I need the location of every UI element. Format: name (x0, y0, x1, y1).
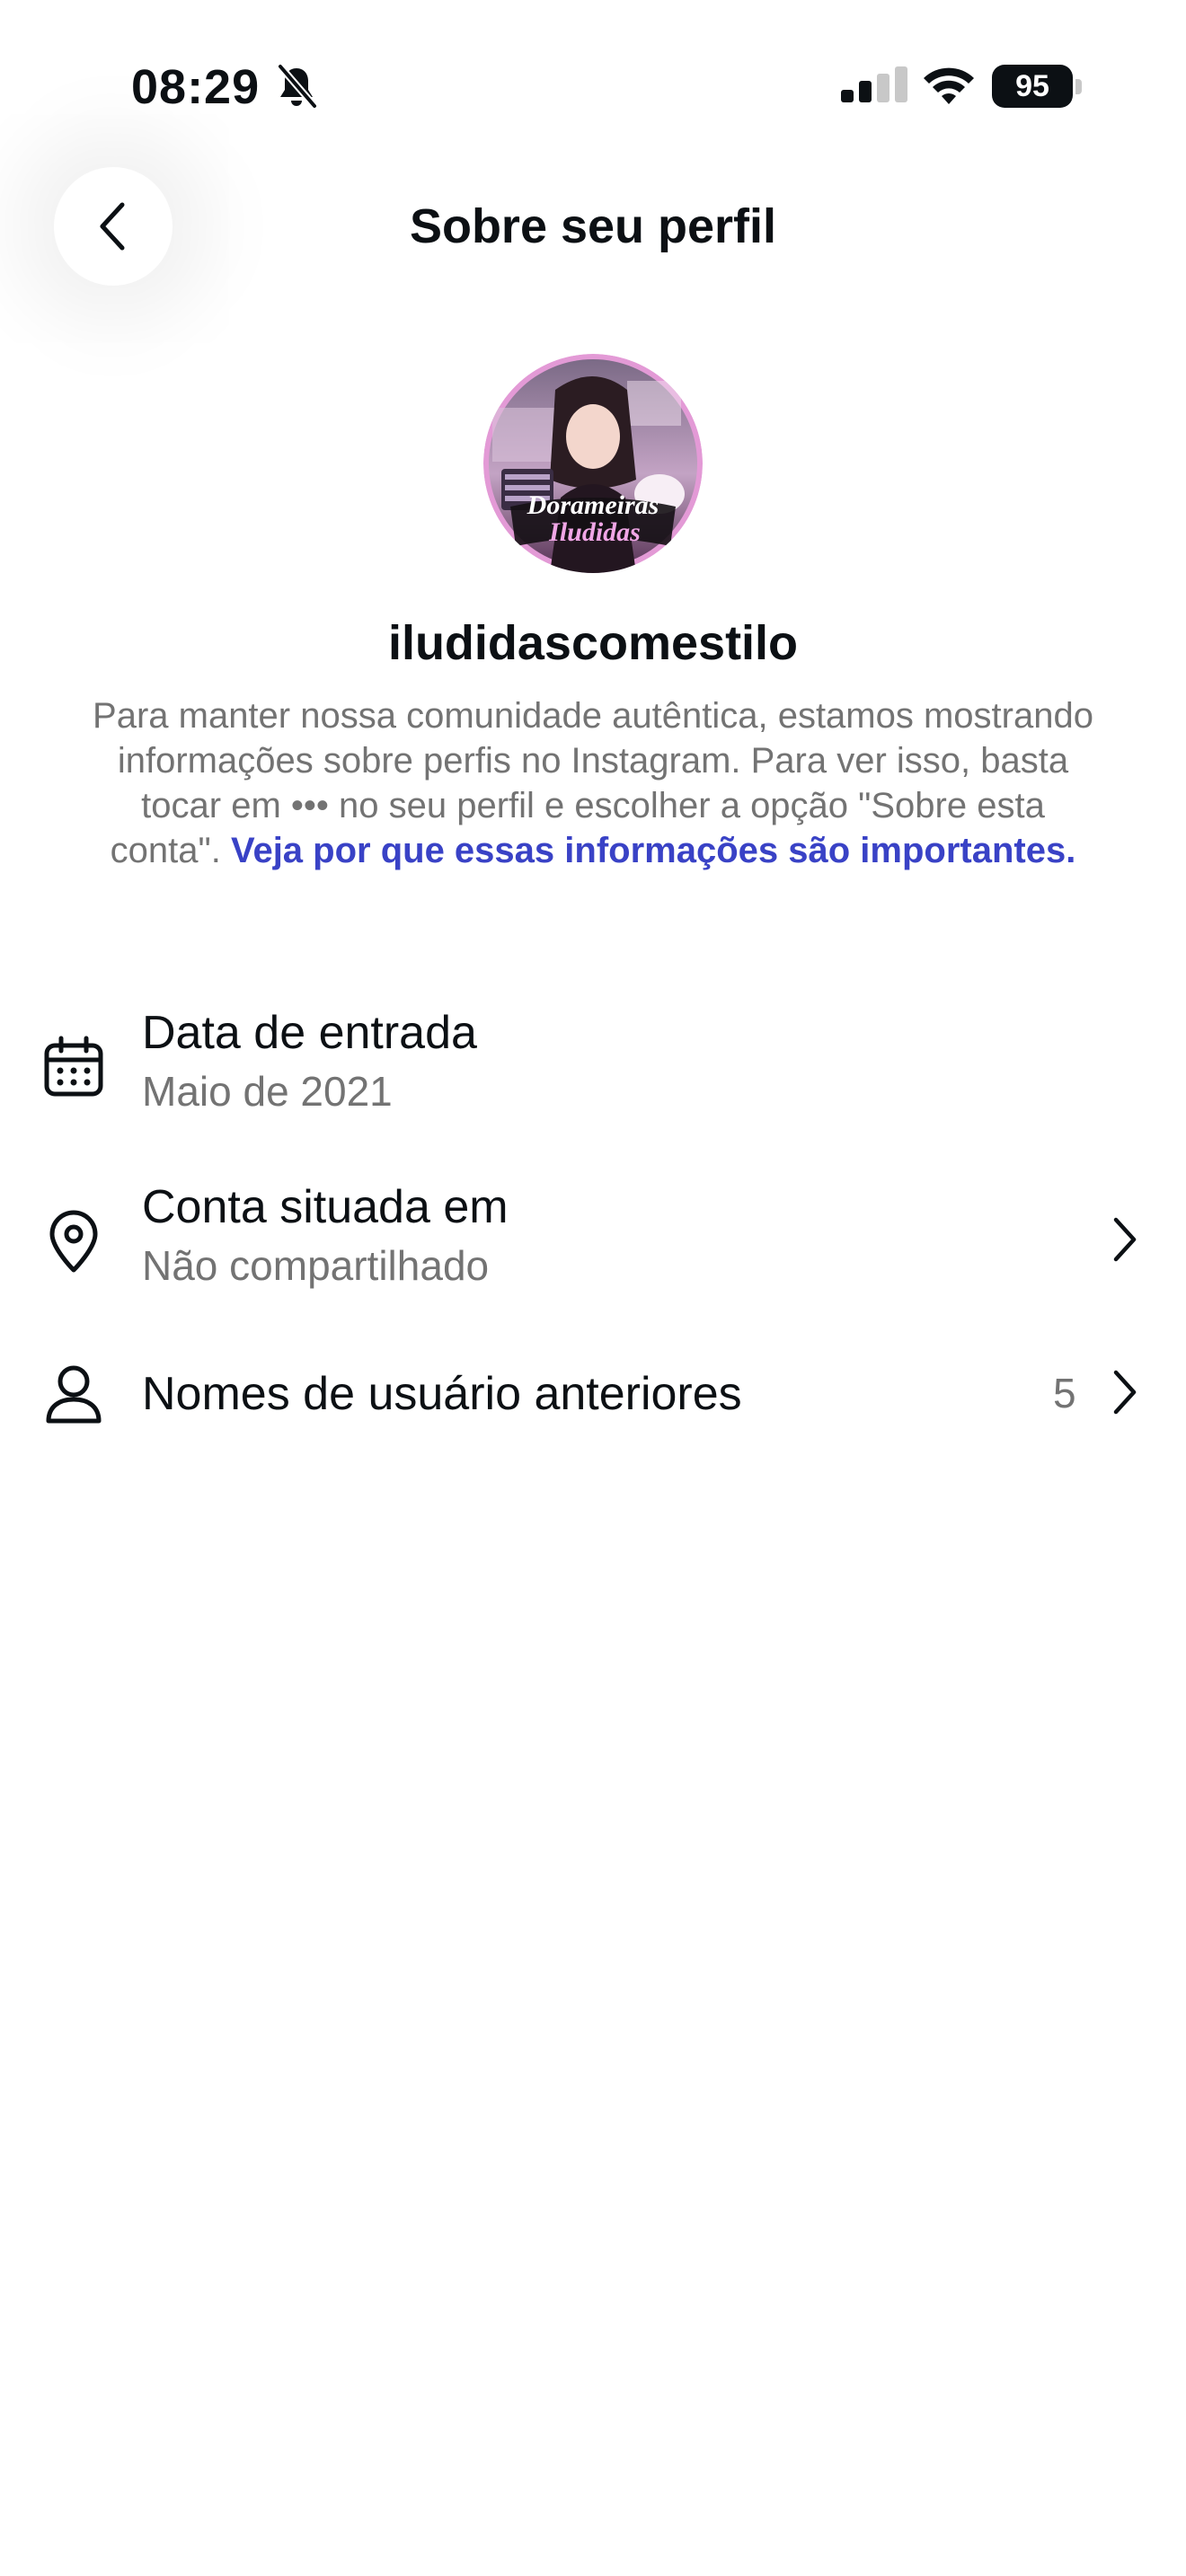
account-based-in-title: Conta situada em (142, 1181, 509, 1233)
former-usernames-row[interactable]: Nomes de usuário anteriores 5 (0, 1351, 1186, 1441)
account-based-in-value: Não compartilhado (142, 1242, 490, 1289)
calendar-icon (44, 1036, 103, 1097)
why-important-link[interactable]: Veja por que essas informações são impor… (231, 831, 1075, 870)
chevron-right-icon (1113, 1217, 1137, 1262)
cellular-signal-icon (841, 66, 907, 102)
battery-level: 95 (992, 65, 1073, 108)
bell-slash-icon (277, 63, 318, 110)
chevron-right-icon (1113, 1370, 1137, 1415)
status-time: 08:29 (131, 60, 261, 114)
battery-tip (1075, 79, 1082, 94)
wifi-icon (924, 67, 974, 104)
date-joined-title: Data de entrada (142, 1007, 477, 1059)
avatar[interactable]: Dorameiras Iludidas (483, 354, 703, 573)
avatar-image: Dorameiras Iludidas (483, 354, 703, 573)
account-based-in-row[interactable]: Conta situada em Não compartilhado (0, 1171, 1186, 1306)
battery-icon: 95 (992, 65, 1084, 110)
profile-info-description: Para manter nossa comunidade autêntica, … (90, 693, 1096, 873)
username: iludidascomestilo (387, 616, 799, 670)
page: 08:29 95 Sobre seu perfil Dorameiras Ilu… (0, 0, 1186, 2576)
page-title: Sobre seu perfil (409, 199, 777, 253)
date-joined-row: Data de entrada Maio de 2021 (0, 997, 1186, 1132)
avatar-text-line1: Dorameiras (527, 490, 659, 520)
status-bar: 08:29 95 (0, 0, 1186, 171)
former-usernames-title: Nomes de usuário anteriores (142, 1368, 742, 1420)
avatar-text-line2: Iludidas (548, 517, 641, 547)
person-icon (46, 1365, 102, 1424)
date-joined-value: Maio de 2021 (142, 1068, 393, 1115)
former-usernames-count: 5 (1053, 1370, 1076, 1416)
location-pin-icon (49, 1210, 98, 1273)
